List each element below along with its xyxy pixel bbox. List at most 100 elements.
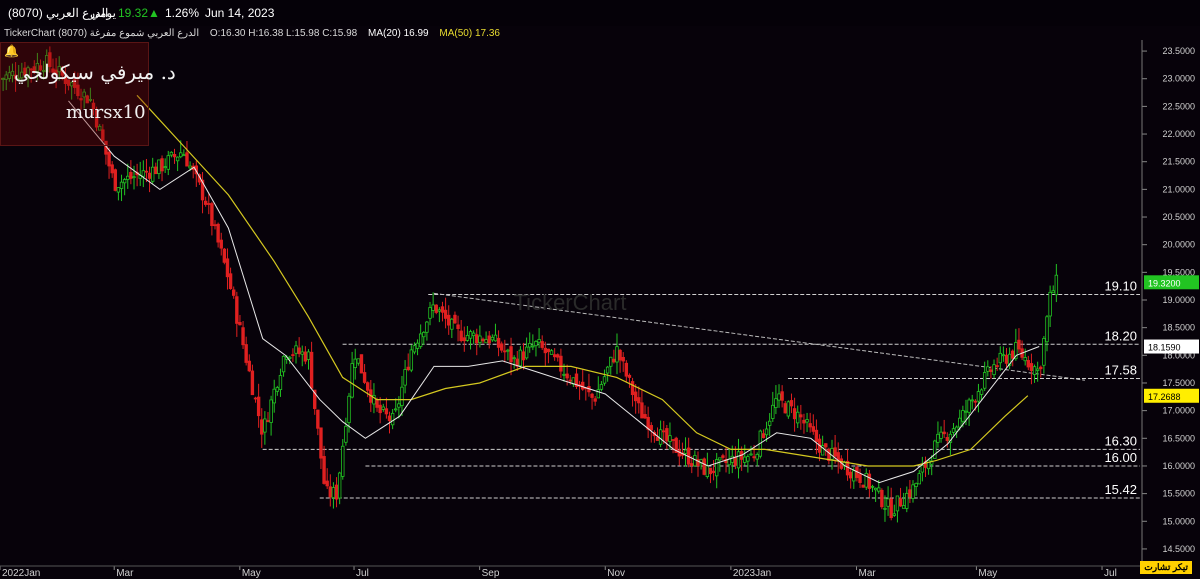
candle-body-296 [920, 465, 925, 473]
candle-body-241 [749, 453, 753, 456]
candle-body-192 [596, 389, 600, 399]
y-tick-label-15: 22.0000 [1162, 129, 1195, 139]
candle-body-49 [150, 166, 155, 182]
candle-body-59 [182, 154, 186, 157]
candle-body-177 [549, 350, 554, 355]
candle-body-282 [877, 487, 881, 492]
ma50-legend[interactable]: MA(50) 17.36 [439, 28, 500, 39]
candle-body-96 [297, 347, 301, 355]
candle-body-109 [337, 472, 342, 499]
candle-body-105 [325, 480, 329, 487]
candle-body-287 [892, 513, 897, 516]
candle-body-174 [540, 341, 544, 348]
candle-body-168 [521, 351, 526, 361]
candle-body-301 [936, 433, 940, 443]
candlestick-chart[interactable]: 19.10 18.20 17.58 16.30 16.00 15.42 14.5000 15… [0, 0, 1200, 579]
candle-body-330 [1026, 360, 1031, 368]
candle-body-215 [668, 435, 672, 442]
x-tick-label-0: 2022Jan [2, 568, 40, 579]
candle-body-176 [546, 348, 551, 353]
level-label-1: 18.20 [1104, 328, 1137, 343]
candle-body-229 [711, 470, 716, 473]
candle-body-191 [593, 398, 597, 402]
candle-body-131 [406, 366, 410, 371]
ma20-badge-text: 18.1590 [1148, 343, 1181, 353]
candle-body-258 [802, 419, 806, 424]
candle-body-115 [356, 358, 361, 364]
candle-body-149 [462, 337, 466, 342]
candle-body-171 [531, 345, 535, 348]
candle-body-180 [559, 355, 563, 372]
candle-body-222 [690, 463, 694, 466]
candle-body-129 [400, 386, 404, 406]
candle-body-198 [615, 346, 619, 363]
candle-body-140 [434, 304, 438, 313]
candle-body-37 [113, 169, 117, 191]
y-tick-label-9: 19.0000 [1162, 295, 1195, 305]
candle-body-316 [982, 372, 987, 389]
candle-body-127 [394, 408, 398, 411]
period-label[interactable]: يومي [90, 6, 116, 20]
candle-body-254 [789, 400, 794, 407]
last-price-badge-text: 19.3200 [1148, 278, 1181, 288]
candle-body-292 [908, 489, 912, 498]
candle-body-72 [222, 248, 227, 263]
candle-body-87 [269, 399, 273, 423]
candle-body-114 [353, 358, 357, 368]
candle-body-106 [328, 486, 333, 498]
bell-icon[interactable]: 🔔 [4, 44, 19, 58]
candle-body-50 [154, 166, 158, 175]
x-tick-label-1: Mar [116, 568, 134, 579]
y-tick-label-0: 14.5000 [1162, 544, 1195, 554]
candle-body-81 [250, 370, 255, 396]
candle-body-71 [219, 239, 223, 249]
candle-body-107 [331, 487, 336, 499]
candle-body-181 [562, 373, 566, 376]
candle-body-113 [350, 363, 354, 398]
ma20-legend[interactable]: MA(20) 16.99 [368, 28, 429, 39]
ohlc-values: O:16.30 H:16.38 L:15.98 C:15.98 [209, 28, 358, 39]
last-price: 19.32 [118, 6, 149, 20]
candle-body-85 [263, 418, 267, 433]
quote-date: Jun 14, 2023 [205, 6, 275, 20]
candle-body-339 [1054, 274, 1059, 296]
candle-body-84 [260, 419, 264, 435]
level-label-5: 15.42 [1104, 482, 1137, 497]
candle-body-320 [995, 365, 999, 367]
candle-body-60 [185, 152, 189, 167]
change-percent: 1.26% [165, 6, 200, 20]
candle-body-232 [721, 455, 725, 458]
candle-body-68 [210, 203, 214, 227]
candle-body-228 [708, 467, 713, 475]
candle-body-246 [764, 428, 769, 436]
y-tick-label-17: 23.0000 [1162, 74, 1195, 84]
candle-body-240 [746, 456, 750, 462]
candle-body-40 [122, 179, 127, 184]
candle-body-175 [543, 347, 548, 354]
candle-body-170 [528, 343, 532, 348]
candle-body-325 [1011, 350, 1015, 359]
candles [0, 46, 1059, 523]
y-tick-label-14: 21.5000 [1162, 157, 1195, 167]
ticker-header: (8070) الدرع العربي يومي 19.32 ▲ 1.26% J… [0, 0, 1200, 26]
candle-body-302 [939, 431, 943, 439]
candle-body-333 [1035, 368, 1040, 371]
change-arrow-icon: ▲ [148, 6, 160, 20]
candle-body-236 [733, 456, 738, 466]
candle-body-252 [783, 403, 787, 414]
candle-body-286 [889, 498, 893, 519]
candle-body-144 [447, 314, 451, 326]
candle-body-138 [428, 307, 432, 319]
candle-body-75 [232, 289, 236, 296]
candle-body-290 [901, 505, 906, 509]
y-tick-label-6: 17.5000 [1162, 378, 1195, 388]
candle-body-319 [992, 364, 996, 376]
candle-body-121 [375, 399, 379, 408]
candle-body-262 [814, 429, 819, 443]
candle-body-126 [390, 412, 395, 426]
candle-body-220 [683, 449, 688, 454]
candle-body-323 [1004, 354, 1009, 364]
candle-body-57 [175, 156, 180, 162]
candle-body-143 [443, 309, 448, 319]
candle-body-311 [967, 399, 971, 413]
